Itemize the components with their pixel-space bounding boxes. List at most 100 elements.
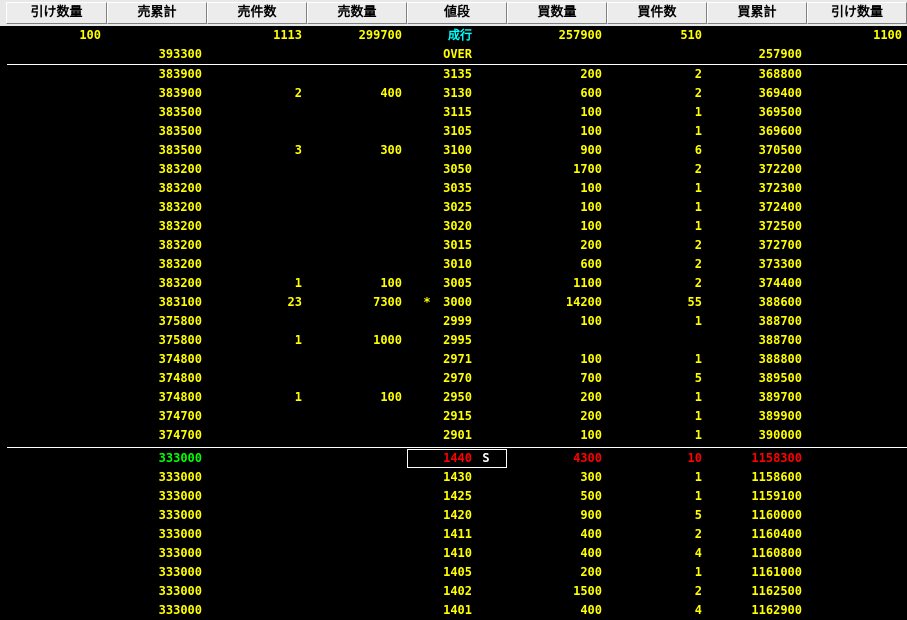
market-order-row[interactable]: 100 1113 299700 257900 510 1100 成行 (0, 26, 907, 45)
book-separator-gap (7, 447, 907, 448)
cell-price: 3105 (443, 124, 472, 138)
cell-ask-cum: 374700 (158, 409, 202, 423)
cell-ask-qty: 300 (380, 143, 402, 157)
price-level-row[interactable]: 383500 3115 100 1 369500 (0, 103, 907, 122)
cell-bid-cnt: 1 (694, 200, 702, 214)
price-level-row[interactable]: 383500 3 300 3100 900 6 370500 (0, 141, 907, 160)
cell-bid-cum: 374400 (758, 276, 802, 290)
cell-bid-cum: 388600 (758, 295, 802, 309)
cell-bid-cnt: 4 (694, 546, 702, 560)
header-ask-count[interactable]: 売件数 (207, 2, 307, 24)
cell-bid-qty: 100 (580, 219, 602, 233)
price-level-row[interactable]: 333000 1410 400 4 1160800 (0, 544, 907, 563)
price-level-row[interactable]: 333000 1425 500 1 1159100 (0, 487, 907, 506)
price-level-row[interactable]: 383200 3035 100 1 372300 (0, 179, 907, 198)
cell-bid-cum: 1160000 (751, 508, 802, 522)
cell-bid-cnt: 1 (694, 470, 702, 484)
cell-price: 1405 (443, 565, 472, 579)
cell-bid-cum: 388700 (758, 333, 802, 347)
header-bid-cumulative[interactable]: 買累計 (707, 2, 807, 24)
cell-price: 3005 (443, 276, 472, 290)
cell-bid-close: 1100 (873, 28, 902, 42)
cell-ask-cum: 383900 (158, 67, 202, 81)
cell-ask-close: 100 (79, 28, 101, 42)
cell-ask-cum: 374800 (158, 371, 202, 385)
cell-ask-cum: 375800 (158, 314, 202, 328)
cell-ask-cnt: 1 (294, 390, 302, 404)
column-header-bar: 引け数量 売累計 売件数 売数量 値段 買数量 買件数 買累計 引け数量 (0, 0, 907, 26)
price-level-row[interactable]: 383500 3105 100 1 369600 (0, 122, 907, 141)
header-bid-count[interactable]: 買件数 (607, 2, 707, 24)
cell-bid-cnt: 1 (694, 352, 702, 366)
cell-bid-cum: 1160400 (751, 527, 802, 541)
price-level-row[interactable]: 333000 1420 900 5 1160000 (0, 506, 907, 525)
price-level-row[interactable]: 383900 3135 200 2 368800 (0, 65, 907, 84)
cell-bid-qty: 600 (580, 257, 602, 271)
cell-bid-cum: 388800 (758, 352, 802, 366)
cell-ask-qty: 400 (380, 86, 402, 100)
cell-price: 3020 (443, 219, 472, 233)
over-row[interactable]: 393300 257900 OVER (0, 45, 907, 64)
cell-bid-qty: 300 (580, 470, 602, 484)
header-bid-close-qty[interactable]: 引け数量 (807, 2, 907, 24)
cell-bid-qty: 200 (580, 565, 602, 579)
cell-price: 3025 (443, 200, 472, 214)
cell-price: 1440 (443, 451, 472, 465)
cell-ask-cum: 383100 (158, 295, 202, 309)
cell-bid-cnt: 1 (694, 489, 702, 503)
header-price[interactable]: 値段 (407, 2, 507, 24)
cell-bid-cum: 372500 (758, 219, 802, 233)
cell-bid-qty: 700 (580, 371, 602, 385)
price-level-row[interactable]: 383200 3010 600 2 373300 (0, 255, 907, 274)
cell-ask-cum: 333000 (158, 546, 202, 560)
price-level-row[interactable]: 383200 3020 100 1 372500 (0, 217, 907, 236)
cell-bid-cnt: 1 (694, 181, 702, 195)
price-level-row[interactable]: 374700 2915 200 1 389900 (0, 407, 907, 426)
price-level-row[interactable]: 374800 2971 100 1 388800 (0, 350, 907, 369)
cell-ask-cnt: 1 (294, 333, 302, 347)
cell-ask-cum: 383900 (158, 86, 202, 100)
price-level-row[interactable]: 333000 1405 200 1 1161000 (0, 563, 907, 582)
cell-bid-cnt: 2 (694, 162, 702, 176)
price-level-row[interactable]: 374800 1 100 2950 200 1 389700 (0, 388, 907, 407)
cell-price: 3010 (443, 257, 472, 271)
cell-bid-qty: 100 (580, 352, 602, 366)
price-level-row[interactable]: 383200 3050 1700 2 372200 (0, 160, 907, 179)
special-quote-row[interactable]: 333000 1440 S 4300 10 1158300 (0, 449, 907, 468)
cell-bid-cum: 369400 (758, 86, 802, 100)
header-bid-qty[interactable]: 買数量 (507, 2, 607, 24)
cell-bid-cum: 389500 (758, 371, 802, 385)
price-level-row[interactable]: 333000 1430 300 1 1158600 (0, 468, 907, 487)
cell-bid-cnt: 1 (694, 105, 702, 119)
cell-bid-cnt: 2 (694, 238, 702, 252)
cell-bid-cum: 389700 (758, 390, 802, 404)
price-level-row[interactable]: 383100 23 7300 * 3000 14200 55 388600 (0, 293, 907, 312)
cell-bid-qty: 200 (580, 238, 602, 252)
cell-ask-cum: 333000 (158, 584, 202, 598)
cell-price: 2915 (443, 409, 472, 423)
cell-mark: * (423, 295, 431, 309)
price-level-row[interactable]: 383200 3025 100 1 372400 (0, 198, 907, 217)
cell-price: 2995 (443, 333, 472, 347)
header-ask-cumulative[interactable]: 売累計 (107, 2, 207, 24)
header-ask-qty[interactable]: 売数量 (307, 2, 407, 24)
cell-bid-cum: 390000 (758, 428, 802, 442)
price-level-row[interactable]: 374800 2970 700 5 389500 (0, 369, 907, 388)
price-level-row[interactable]: 375800 2999 100 1 388700 (0, 312, 907, 331)
cell-ask-qty: 1000 (373, 333, 402, 347)
cell-bid-cum: 369600 (758, 124, 802, 138)
cell-bid-cnt: 1 (694, 219, 702, 233)
price-level-row[interactable]: 383200 3015 200 2 372700 (0, 236, 907, 255)
price-level-row[interactable]: 383900 2 400 3130 600 2 369400 (0, 84, 907, 103)
price-level-row[interactable]: 333000 1401 400 4 1162900 (0, 601, 907, 620)
cell-bid-qty: 100 (580, 200, 602, 214)
cell-bid-cnt: 1 (694, 409, 702, 423)
cell-ask-cum: 383200 (158, 257, 202, 271)
cell-bid-cum: 370500 (758, 143, 802, 157)
header-ask-close-qty[interactable]: 引け数量 (6, 2, 107, 24)
price-level-row[interactable]: 374700 2901 100 1 390000 (0, 426, 907, 445)
price-level-row[interactable]: 375800 1 1000 2995 388700 (0, 331, 907, 350)
price-level-row[interactable]: 333000 1411 400 2 1160400 (0, 525, 907, 544)
price-level-row[interactable]: 383200 1 100 3005 1100 2 374400 (0, 274, 907, 293)
price-level-row[interactable]: 333000 1402 1500 2 1162500 (0, 582, 907, 601)
